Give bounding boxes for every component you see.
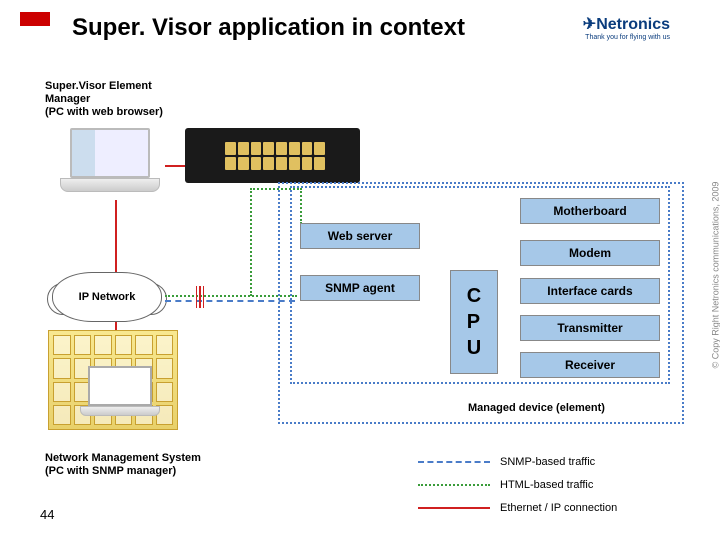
logo-tagline: Thank you for flying with us [583, 34, 670, 41]
copyright-text: © Copy Right Netronics communications, 2… [711, 182, 720, 369]
solid-red-line-icon [418, 507, 490, 509]
laptop-nms [80, 366, 160, 421]
snmp-agent-node: SNMP agent [300, 275, 420, 301]
ip-network-cloud: IP Network [52, 272, 162, 322]
modem-node: Modem [520, 240, 660, 266]
legend-eth-label: Ethernet / IP connection [500, 498, 617, 519]
multi-ethernet [196, 286, 204, 308]
web-server-node: Web server [300, 223, 420, 249]
brand-logo: ✈Netronics Thank you for flying with us [583, 14, 670, 41]
legend-eth: Ethernet / IP connection [418, 498, 617, 519]
accent-box [20, 12, 50, 26]
ethernet-link [115, 200, 117, 272]
legend-html-label: HTML-based traffic [500, 475, 593, 496]
dotted-green-line-icon [418, 484, 490, 486]
logo-text: ✈Netronics [583, 14, 670, 34]
snmp-link [165, 300, 295, 302]
legend-snmp-label: SNMP-based traffic [500, 452, 595, 473]
airplane-icon: ✈ [583, 16, 596, 33]
ethernet-link [165, 165, 185, 167]
legend: SNMP-based traffic HTML-based traffic Et… [418, 452, 617, 521]
page-number: 44 [40, 507, 54, 522]
slide-header: Super. Visor application in context ✈Net… [0, 10, 720, 60]
html-link [250, 188, 252, 296]
network-device [185, 128, 360, 183]
motherboard-node: Motherboard [520, 198, 660, 224]
interface-cards-node: Interface cards [520, 278, 660, 304]
element-manager-caption: Super.Visor Element Manager (PC with web… [45, 80, 163, 120]
receiver-node: Receiver [520, 352, 660, 378]
transmitter-node: Transmitter [520, 315, 660, 341]
legend-snmp: SNMP-based traffic [418, 452, 617, 473]
logo-name-text: Netronics [596, 16, 670, 33]
managed-device-label: Managed device (element) [468, 402, 605, 414]
laptop-element-manager [60, 128, 160, 198]
slide-title: Super. Visor application in context [72, 14, 465, 42]
nms-caption: Network Management System (PC with SNMP … [45, 452, 201, 478]
dashed-blue-line-icon [418, 461, 490, 463]
cpu-node: C P U [450, 270, 498, 374]
legend-html: HTML-based traffic [418, 475, 617, 496]
